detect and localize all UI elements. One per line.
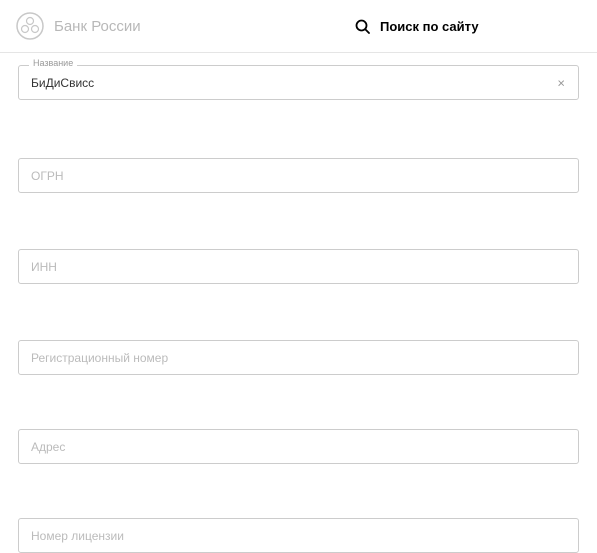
reg-number-input[interactable] — [18, 340, 579, 375]
inn-field-group — [18, 249, 579, 284]
address-input[interactable] — [18, 429, 579, 464]
logo-section[interactable]: Банк России — [16, 12, 141, 40]
clear-name-button[interactable]: × — [553, 73, 569, 92]
license-input[interactable] — [18, 518, 579, 553]
header: Банк России Поиск по сайту — [0, 0, 597, 53]
reg-number-field-group — [18, 340, 579, 375]
search-form: Название × — [0, 65, 597, 553]
name-label: Название — [29, 58, 77, 68]
inn-input[interactable] — [18, 249, 579, 284]
name-input[interactable] — [18, 65, 579, 100]
ogrn-field-group — [18, 158, 579, 193]
site-search[interactable]: Поиск по сайту — [355, 19, 479, 34]
search-icon — [355, 19, 370, 34]
license-field-group — [18, 518, 579, 553]
address-field-group — [18, 429, 579, 464]
ogrn-input[interactable] — [18, 158, 579, 193]
search-label: Поиск по сайту — [380, 19, 479, 34]
name-field-group: Название × — [18, 65, 579, 100]
logo-text: Банк России — [54, 18, 141, 35]
bank-logo-icon — [16, 12, 44, 40]
